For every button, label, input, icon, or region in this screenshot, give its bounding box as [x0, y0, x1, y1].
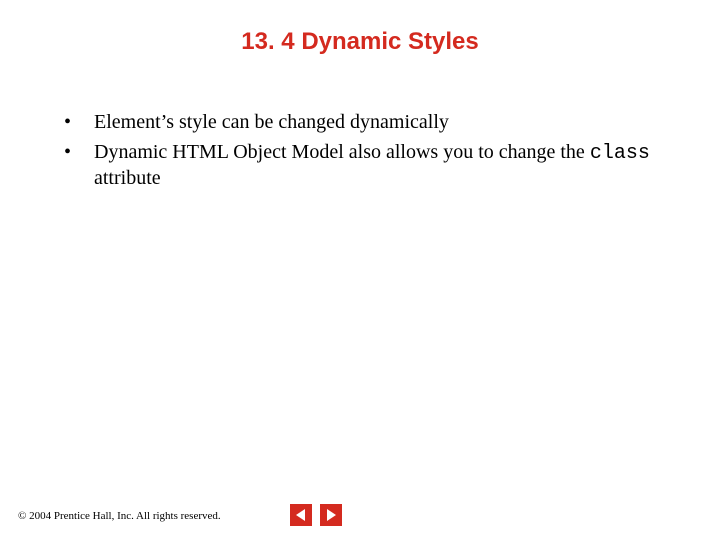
slide-body: • Element’s style can be changed dynamic… [60, 110, 660, 195]
bullet-text-pre: Dynamic HTML Object Model also allows yo… [94, 141, 590, 163]
bullet-text-code: class [590, 142, 650, 165]
bullet-item: • Dynamic HTML Object Model also allows … [60, 140, 660, 191]
bullet-item: • Element’s style can be changed dynamic… [60, 110, 660, 136]
slide-title: 13. 4 Dynamic Styles [0, 28, 720, 56]
slide-nav [290, 504, 342, 526]
bullet-text-pre: Element’s style can be changed dynamical… [94, 111, 449, 133]
next-slide-button[interactable] [320, 504, 342, 526]
triangle-left-icon [294, 508, 308, 522]
bullet-text: Dynamic HTML Object Model also allows yo… [94, 140, 660, 191]
slide: 13. 4 Dynamic Styles • Element’s style c… [0, 0, 720, 540]
bullet-marker: • [60, 140, 94, 165]
bullet-marker: • [60, 110, 94, 135]
prev-slide-button[interactable] [290, 504, 312, 526]
bullet-text: Element’s style can be changed dynamical… [94, 110, 660, 136]
triangle-right-icon [324, 508, 338, 522]
bullet-text-post: attribute [94, 167, 161, 189]
copyright-footer: © 2004 Prentice Hall, Inc. All rights re… [18, 510, 221, 522]
